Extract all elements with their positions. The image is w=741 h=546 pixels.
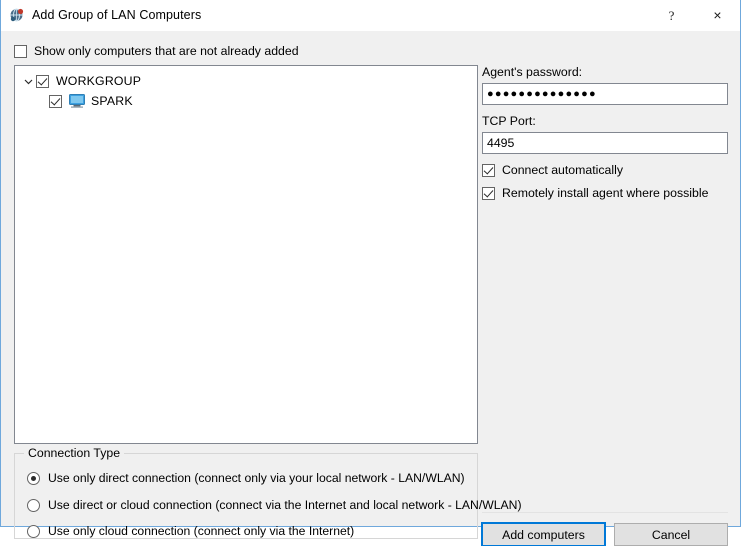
tcp-port-input[interactable]: 4495 bbox=[482, 132, 728, 154]
radio-direct-or-cloud-connection[interactable]: Use direct or cloud connection (connect … bbox=[27, 498, 522, 512]
remote-install-agent-checkbox[interactable]: Remotely install agent where possible bbox=[482, 186, 728, 200]
password-label: Agent's password: bbox=[482, 65, 728, 79]
radio-button-dot bbox=[27, 525, 40, 538]
radio-button-dot bbox=[27, 499, 40, 512]
password-input[interactable]: ●●●●●●●●●●●●●● bbox=[482, 83, 728, 105]
tree-node-label: WORKGROUP bbox=[56, 74, 141, 88]
connection-type-group: Connection Type Use only direct connecti… bbox=[14, 453, 478, 539]
dialog-body: Show only computers that are not already… bbox=[1, 31, 740, 526]
radio-direct-connection[interactable]: Use only direct connection (connect only… bbox=[27, 471, 465, 485]
tree-row[interactable]: WORKGROUP bbox=[15, 71, 477, 91]
password-value: ●●●●●●●●●●●●●● bbox=[487, 88, 597, 100]
show-only-not-added-checkbox[interactable]: Show only computers that are not already… bbox=[14, 44, 299, 58]
close-icon: × bbox=[713, 8, 721, 22]
tree-row[interactable]: SPARK bbox=[15, 91, 477, 111]
dialog-window: Add Group of LAN Computers ? × Show only… bbox=[0, 0, 741, 527]
checkbox-box[interactable] bbox=[49, 95, 62, 108]
window-title: Add Group of LAN Computers bbox=[32, 8, 201, 22]
radio-direct-connection-label: Use only direct connection (connect only… bbox=[48, 471, 465, 485]
cancel-label: Cancel bbox=[652, 528, 690, 542]
title-bar: Add Group of LAN Computers ? × bbox=[1, 0, 740, 32]
checkbox-box bbox=[14, 45, 27, 58]
checkbox-box bbox=[482, 187, 495, 200]
checkbox-box[interactable] bbox=[36, 75, 49, 88]
radio-direct-or-cloud-label: Use direct or cloud connection (connect … bbox=[48, 498, 522, 512]
question-mark-icon: ? bbox=[669, 9, 675, 22]
network-globe-icon bbox=[9, 7, 26, 24]
agent-settings-panel: Agent's password: ●●●●●●●●●●●●●● TCP Por… bbox=[482, 65, 728, 200]
show-only-not-added-label: Show only computers that are not already… bbox=[34, 44, 299, 58]
add-computers-label: Add computers bbox=[502, 528, 585, 542]
radio-cloud-connection-label: Use only cloud connection (connect only … bbox=[48, 524, 354, 538]
help-button[interactable]: ? bbox=[649, 0, 694, 30]
tcp-port-value: 4495 bbox=[487, 136, 514, 150]
close-button[interactable]: × bbox=[695, 0, 740, 30]
checkbox-box bbox=[482, 164, 495, 177]
connection-type-title: Connection Type bbox=[24, 446, 124, 460]
remote-install-agent-label: Remotely install agent where possible bbox=[502, 186, 708, 200]
tree-node-label: SPARK bbox=[91, 94, 133, 108]
tcp-port-label: TCP Port: bbox=[482, 114, 728, 128]
cancel-button[interactable]: Cancel bbox=[614, 523, 728, 546]
monitor-icon bbox=[69, 94, 85, 108]
button-separator bbox=[482, 512, 728, 513]
add-computers-button[interactable]: Add computers bbox=[482, 523, 605, 546]
radio-button-dot bbox=[27, 472, 40, 485]
radio-cloud-connection[interactable]: Use only cloud connection (connect only … bbox=[27, 524, 354, 538]
connect-automatically-checkbox[interactable]: Connect automatically bbox=[482, 163, 728, 177]
chevron-down-icon[interactable] bbox=[21, 74, 36, 89]
computers-tree-view[interactable]: WORKGROUP SPARK bbox=[14, 65, 478, 444]
connect-automatically-label: Connect automatically bbox=[502, 163, 623, 177]
